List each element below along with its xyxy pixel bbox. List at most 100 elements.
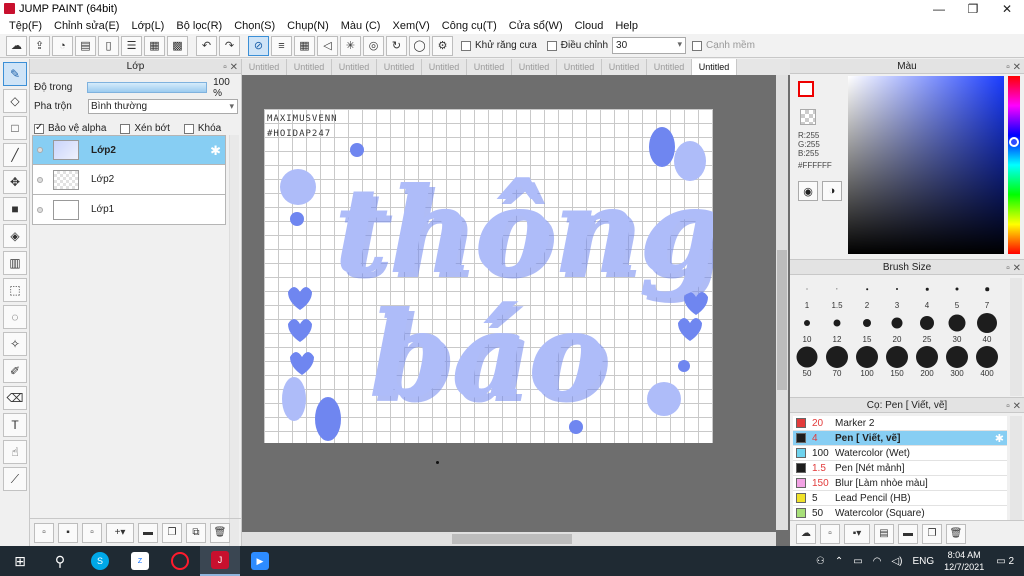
brush-tool-icon[interactable]: ✎ (3, 62, 27, 86)
document-tab[interactable]: Untitled (602, 59, 647, 75)
brush-tool-item[interactable]: 50 Watercolor (Square) (793, 506, 1007, 521)
brush-size-option[interactable]: 1 (792, 278, 822, 310)
brush-size-option[interactable]: 2 (852, 278, 882, 310)
lasso-tool-icon[interactable]: ◌ (3, 305, 27, 329)
transparent-color-swatch[interactable] (800, 109, 816, 125)
panel-close-icon[interactable]: ▫ ✕ (1006, 60, 1021, 75)
canvas-horizontal-scrollbar[interactable] (242, 532, 776, 546)
palette-icon[interactable]: ◉ (798, 181, 818, 201)
cloud-download-icon[interactable]: ☁ (796, 523, 816, 544)
eraser-tool-icon[interactable]: ◇ (3, 89, 27, 113)
hue-slider[interactable] (1008, 76, 1020, 254)
notification-icon[interactable]: ▭ 2 (996, 556, 1014, 567)
menu-tools[interactable]: Công cụ(T) (436, 20, 503, 32)
brush-tool-item[interactable]: 100 Watercolor (Wet) (793, 446, 1007, 461)
clip-option[interactable]: Xén bớt (120, 123, 170, 134)
wifi-icon[interactable]: ◠ (873, 556, 882, 567)
brush-tool-scrollbar[interactable] (1010, 416, 1022, 520)
document-tab[interactable]: Untitled (287, 59, 332, 75)
gear-icon[interactable]: ✱ (995, 432, 1004, 445)
parallel-lines-icon[interactable]: ≡ (271, 35, 292, 56)
brush-size-option[interactable]: 150 (882, 346, 912, 378)
magic-wand-tool-icon[interactable]: ✧ (3, 332, 27, 356)
eyedropper-tool-icon[interactable]: ⟋ (3, 467, 27, 491)
document-tab[interactable]: Untitled (647, 59, 692, 75)
trash-icon[interactable]: 🗑 (946, 523, 966, 544)
palette-edit-icon[interactable]: ◑ (822, 181, 842, 201)
zalo-icon[interactable]: Z (120, 546, 160, 576)
hue-slider-knob[interactable] (1009, 137, 1019, 147)
brush-tool-item[interactable]: 150 Blur [Làm nhòe màu] (793, 476, 1007, 491)
brush-size-option[interactable]: 12 (822, 312, 852, 344)
layer-scrollbar[interactable] (229, 135, 239, 571)
panel-close-icon[interactable]: ▫ ✕ (1006, 261, 1021, 276)
text-tool-icon[interactable]: T (3, 413, 27, 437)
duplicate-icon[interactable]: ❐ (922, 523, 942, 544)
ruler-off-icon[interactable]: ⊘ (248, 35, 269, 56)
gear-icon[interactable]: ✱ (210, 143, 221, 159)
select-eraser-tool-icon[interactable]: ⌫ (3, 386, 27, 410)
network-icon[interactable]: ▭ (853, 556, 862, 567)
canvas-horizontal-scroll-thumb[interactable] (452, 534, 572, 544)
move-tool-icon[interactable]: ✥ (3, 170, 27, 194)
brush-tool-item[interactable]: 4 Pen [ Viết, vẽ] ✱ (793, 431, 1007, 446)
folder-icon[interactable]: ▬ (138, 522, 158, 543)
layer-row[interactable]: Lớp2 (32, 165, 226, 195)
windows-start-icon[interactable]: ⊞ (0, 546, 40, 576)
menu-view[interactable]: Xem(V) (386, 20, 435, 32)
bucket-tool-icon[interactable]: ◈ (3, 224, 27, 248)
cloud-icon[interactable]: ☁ (6, 35, 27, 56)
volume-icon[interactable]: ◁) (891, 556, 902, 567)
layer-row[interactable]: Lớp1 (32, 195, 226, 225)
brush-size-option[interactable]: 10 (792, 312, 822, 344)
curve-ruler-icon[interactable]: ↻ (386, 35, 407, 56)
page-list-icon[interactable]: ☰ (121, 35, 142, 56)
document-tab[interactable]: Untitled (422, 59, 467, 75)
menu-window[interactable]: Cửa sổ(W) (503, 20, 569, 32)
new-layer-8bit-icon[interactable]: ▪ (58, 522, 78, 543)
adjust-select[interactable]: 30 (612, 37, 687, 54)
brush-size-option[interactable]: 5 (942, 278, 972, 310)
lock-checkbox[interactable] (183, 123, 194, 134)
duplicate-icon[interactable]: ❐ (162, 522, 182, 543)
brush-size-option[interactable]: 1.5 (822, 278, 852, 310)
lock-option[interactable]: Khóa (183, 123, 221, 134)
document-tab[interactable]: Untitled (512, 59, 557, 75)
brush-size-scrollbar[interactable] (1010, 278, 1022, 396)
panel-close-icon[interactable]: ▫ ✕ (223, 60, 238, 75)
language-indicator[interactable]: ENG (912, 556, 934, 567)
brush-size-option[interactable]: 4 (912, 278, 942, 310)
brush-size-option[interactable]: 50 (792, 346, 822, 378)
document-tab[interactable]: Untitled (377, 59, 422, 75)
brush-size-option[interactable]: 7 (972, 278, 1002, 310)
grid-edit-icon[interactable]: ▩ (167, 35, 188, 56)
canvas-area[interactable]: Untitled Untitled Untitled Untitled Unti… (242, 59, 790, 546)
layout-icon[interactable]: ▦ (144, 35, 165, 56)
zoom-icon[interactable]: ▶ (240, 546, 280, 576)
add-layer-dropdown-icon[interactable]: +▾ (106, 522, 134, 543)
undo-icon[interactable]: ↶ (196, 35, 217, 56)
menu-capture[interactable]: Chụp(N) (281, 20, 335, 32)
brush-size-option[interactable]: 200 (912, 346, 942, 378)
document-tab[interactable]: Untitled (242, 59, 287, 75)
rectangle-tool-icon[interactable]: □ (3, 116, 27, 140)
brush-size-option[interactable]: 300 (942, 346, 972, 378)
brush-size-option[interactable]: 400 (972, 346, 1002, 378)
line-tool-icon[interactable]: ╱ (3, 143, 27, 167)
visibility-icon[interactable] (37, 147, 43, 153)
brush-size-option[interactable]: 25 (912, 312, 942, 344)
brush-tool-item[interactable]: 1.5 Pen [Nét mảnh] (793, 461, 1007, 476)
artboard[interactable]: thông thông báo báo MAXIMUSVENN #HOIDAP2… (264, 109, 713, 443)
select-pen-tool-icon[interactable]: ✐ (3, 359, 27, 383)
brush-size-option[interactable]: 3 (882, 278, 912, 310)
brush-size-option[interactable]: 30 (942, 312, 972, 344)
layer-row[interactable]: Lớp2 ✱ (32, 135, 226, 165)
search-icon[interactable]: ⚲ (40, 546, 80, 576)
brush-size-option[interactable]: 20 (882, 312, 912, 344)
menu-layer[interactable]: Lớp(L) (125, 20, 170, 32)
protect-alpha-option[interactable]: Bảo vệ alpha (34, 122, 106, 134)
new-layer-icon[interactable]: ▫ (34, 522, 54, 543)
concentric-circle-icon[interactable]: ◎ (363, 35, 384, 56)
symmetry-icon[interactable]: ⚙ (432, 35, 453, 56)
menu-select[interactable]: Chọn(S) (228, 20, 281, 32)
